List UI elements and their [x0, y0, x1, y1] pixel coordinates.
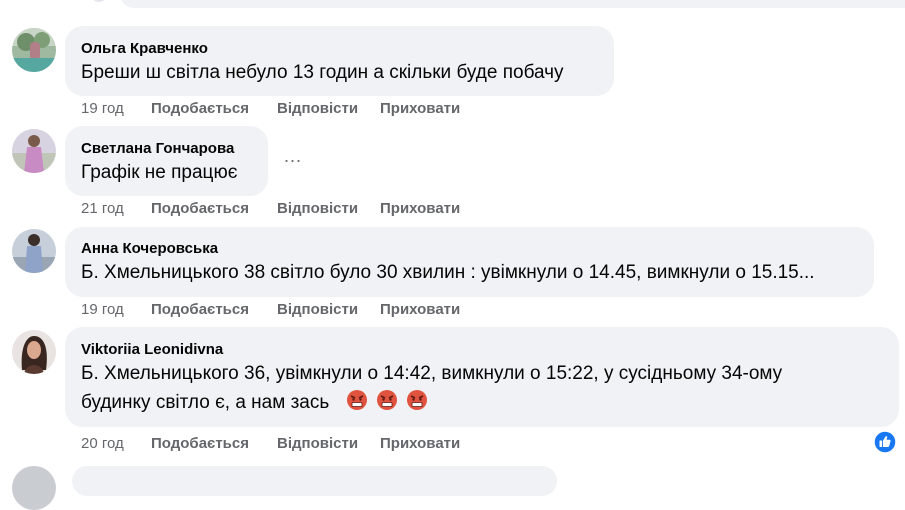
comment-author[interactable]: Viktoriia Leonidivna	[81, 341, 223, 358]
avatar[interactable]	[12, 330, 56, 374]
like-button[interactable]: Подобається	[151, 301, 249, 318]
like-button[interactable]: Подобається	[151, 200, 249, 217]
hide-button[interactable]: Приховати	[380, 301, 460, 318]
reply-button[interactable]: Відповісти	[277, 435, 358, 452]
like-button[interactable]: Подобається	[151, 435, 249, 452]
hide-button[interactable]: Приховати	[380, 200, 460, 217]
partial-comment-bubble	[72, 466, 557, 496]
hide-button[interactable]: Приховати	[380, 100, 460, 117]
comment-timestamp[interactable]: 19 год	[81, 100, 124, 117]
reply-button[interactable]: Відповісти	[277, 301, 358, 318]
partial-comment-bubble	[120, 0, 905, 8]
comment-text: будинку світло є, а нам зась	[81, 392, 330, 413]
comment-author[interactable]: Ольга Кравченко	[81, 40, 208, 57]
comment-text-line-1: Б. Хмельницького 36, увімкнули о 14:42, …	[81, 363, 783, 384]
comment-timestamp[interactable]: 21 год	[81, 200, 124, 217]
reply-button[interactable]: Відповісти	[277, 200, 358, 217]
angry-face-emoji	[346, 390, 367, 410]
comment-text: Б. Хмельницького 38 світло було 30 хвили…	[81, 262, 815, 283]
like-button[interactable]: Подобається	[151, 100, 249, 117]
angry-face-emoji	[377, 390, 398, 410]
avatar[interactable]	[12, 229, 56, 273]
comment-text: Бреши ш світла небуло 13 годин а скільки…	[81, 62, 564, 83]
comment-timestamp[interactable]: 20 год	[81, 435, 124, 452]
comment-author[interactable]: Анна Кочеровська	[81, 240, 218, 257]
comment-timestamp[interactable]: 19 год	[81, 301, 124, 318]
partial-reaction-icon	[85, 0, 113, 6]
comment-text: Графік не працює	[81, 162, 238, 183]
comment-author[interactable]: Светлана Гончарова	[81, 140, 234, 157]
avatar[interactable]	[12, 28, 56, 72]
avatar[interactable]	[12, 129, 56, 173]
reply-button[interactable]: Відповісти	[277, 100, 358, 117]
like-thumb-icon[interactable]	[873, 430, 897, 454]
hide-button[interactable]: Приховати	[380, 435, 460, 452]
comment-text-line-2: будинку світло є, а нам зась	[81, 388, 431, 418]
more-options-button[interactable]: ...	[284, 146, 302, 167]
angry-face-emoji	[407, 390, 428, 410]
